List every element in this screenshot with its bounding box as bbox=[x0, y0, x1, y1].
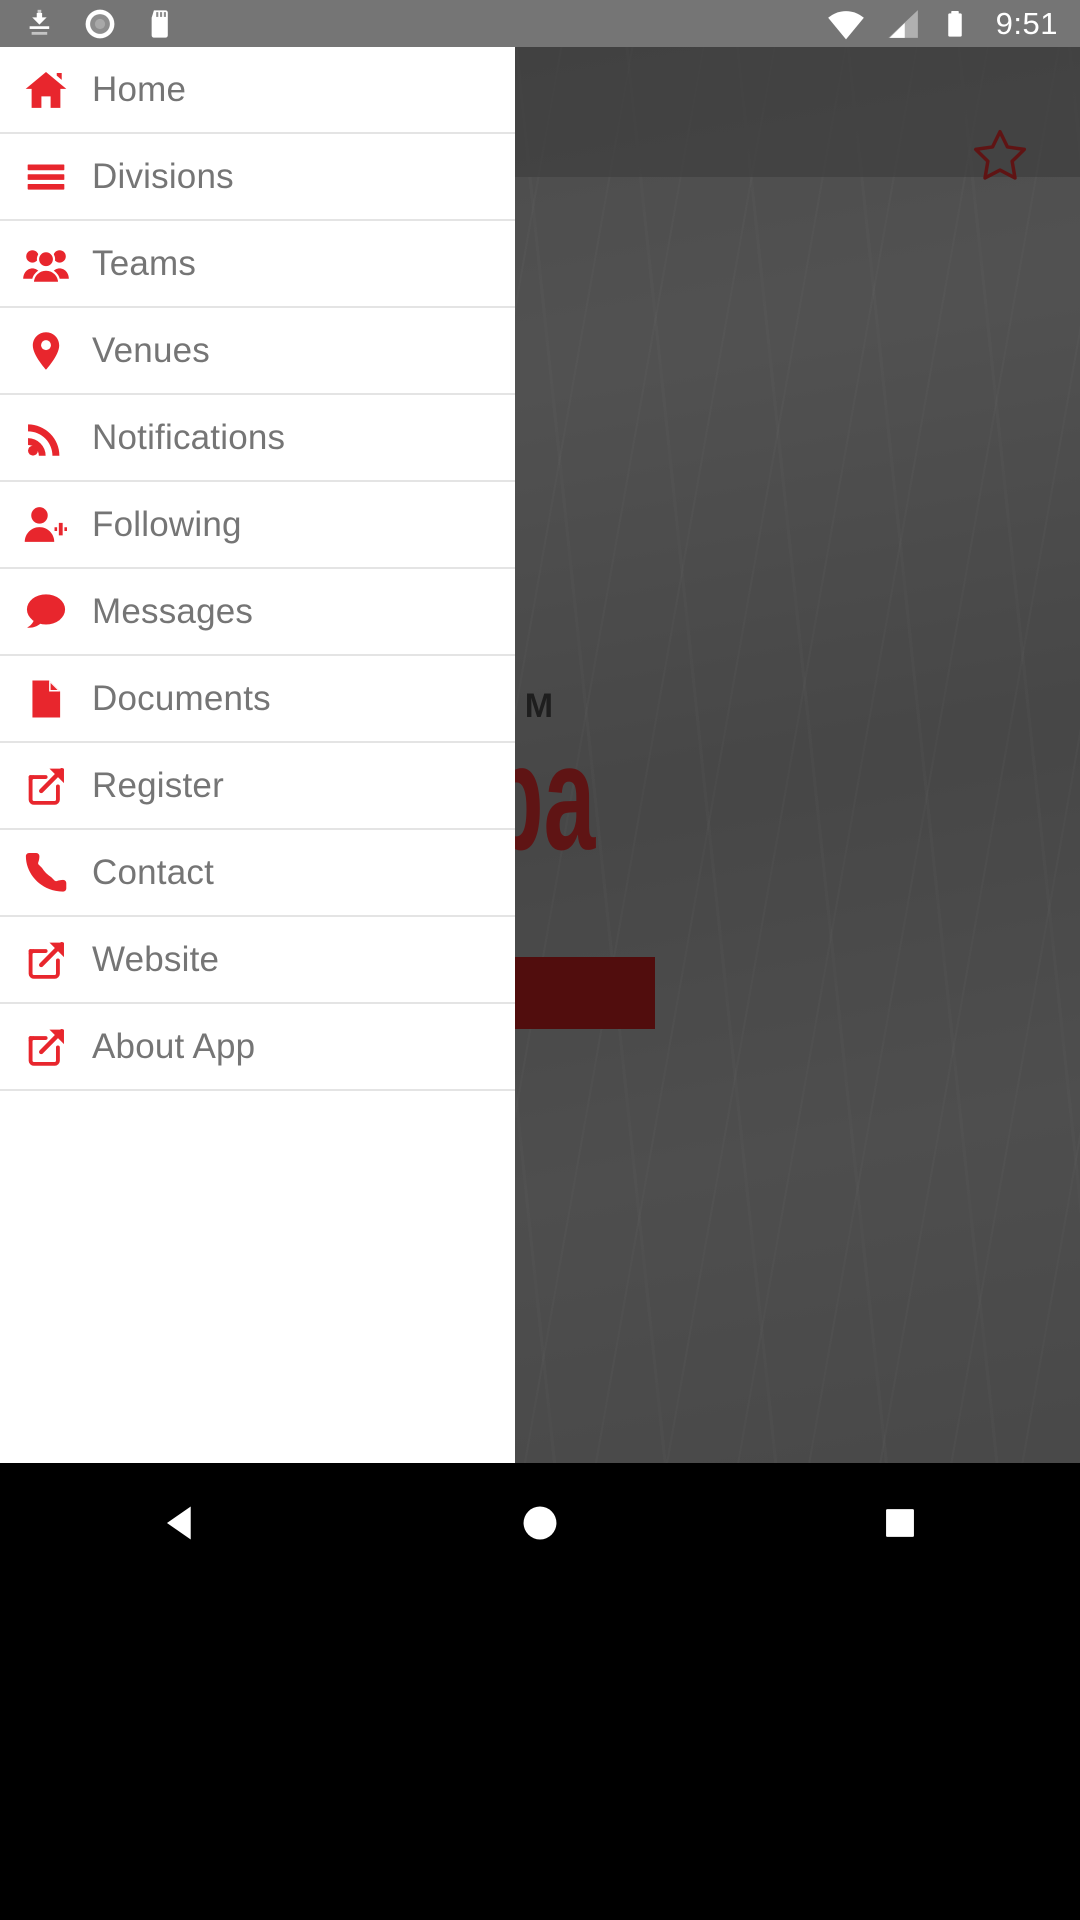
drawer-item-label: About App bbox=[92, 1026, 256, 1066]
navigation-drawer[interactable]: Home Divisions Teams Venues Notification… bbox=[0, 47, 515, 1463]
user-plus-icon bbox=[0, 481, 92, 568]
drawer-item-divisions[interactable]: Divisions bbox=[0, 134, 515, 221]
drawer-item-about-app[interactable]: About App bbox=[0, 1004, 515, 1091]
drawer-item-register[interactable]: Register bbox=[0, 743, 515, 830]
drawer-item-label: Notifications bbox=[92, 417, 286, 457]
drawer-item-home[interactable]: Home bbox=[0, 47, 515, 134]
file-document-icon bbox=[0, 655, 92, 742]
nav-recents-button[interactable] bbox=[830, 1473, 970, 1573]
battery-icon bbox=[940, 6, 970, 42]
drawer-item-venues[interactable]: Venues bbox=[0, 308, 515, 395]
drawer-item-documents[interactable]: Documents bbox=[0, 656, 515, 743]
drawer-item-following[interactable]: Following bbox=[0, 482, 515, 569]
drawer-item-label: Register bbox=[92, 765, 224, 805]
list-bars-icon bbox=[0, 133, 92, 220]
users-group-icon bbox=[0, 220, 92, 307]
rss-feed-icon bbox=[0, 394, 92, 481]
drawer-item-label: Documents bbox=[92, 678, 271, 718]
drawer-item-notifications[interactable]: Notifications bbox=[0, 395, 515, 482]
cellular-signal-icon bbox=[884, 6, 922, 42]
drawer-item-teams[interactable]: Teams bbox=[0, 221, 515, 308]
status-bar-left-icons bbox=[0, 6, 178, 42]
status-bar: 9:51 bbox=[0, 0, 1080, 47]
drawer-item-label: Divisions bbox=[92, 156, 234, 196]
external-link-icon bbox=[0, 1003, 92, 1090]
drawer-item-contact[interactable]: Contact bbox=[0, 830, 515, 917]
drawer-item-label: Venues bbox=[92, 330, 210, 370]
drawer-item-label: Contact bbox=[92, 852, 215, 892]
drawer-item-label: Messages bbox=[92, 591, 254, 631]
nav-back-button[interactable] bbox=[110, 1473, 250, 1573]
download-icon bbox=[22, 7, 56, 41]
wifi-icon bbox=[826, 6, 866, 42]
external-link-icon bbox=[0, 742, 92, 829]
screen-record-icon bbox=[82, 6, 118, 42]
external-link-icon bbox=[0, 916, 92, 1003]
status-bar-right-icons: 9:51 bbox=[826, 6, 1080, 42]
drawer-item-label: Following bbox=[92, 504, 242, 544]
home-icon bbox=[0, 47, 92, 133]
drawer-item-label: Home bbox=[92, 69, 187, 109]
drawer-item-website[interactable]: Website bbox=[0, 917, 515, 1004]
drawer-item-label: Website bbox=[92, 939, 220, 979]
phone-icon bbox=[0, 829, 92, 916]
drawer-item-messages[interactable]: Messages bbox=[0, 569, 515, 656]
map-pin-icon bbox=[0, 307, 92, 394]
drawer-item-label: Teams bbox=[92, 243, 197, 283]
status-bar-clock: 9:51 bbox=[995, 6, 1058, 41]
sd-card-icon bbox=[144, 7, 178, 41]
system-navigation-bar bbox=[0, 1463, 1080, 1920]
nav-home-button[interactable] bbox=[470, 1473, 610, 1573]
comment-bubble-icon bbox=[0, 568, 92, 655]
